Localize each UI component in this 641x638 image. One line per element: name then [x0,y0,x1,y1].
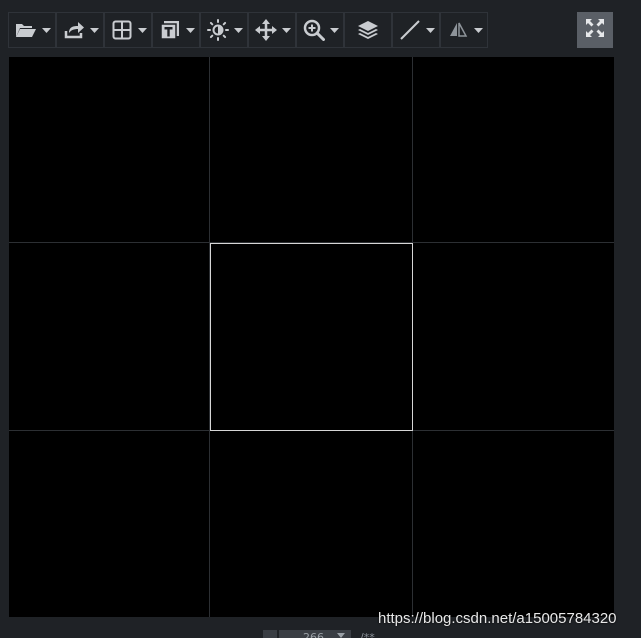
folder-open-icon [15,21,37,39]
share-button[interactable] [60,16,88,44]
zoom-in-icon [303,19,325,41]
caret-down-icon [185,27,195,33]
open-button[interactable] [12,16,40,44]
viewport-cell[interactable] [413,243,614,430]
caret-down-icon [233,27,243,33]
brightness-icon [207,19,229,41]
zoom-dropdown-caret[interactable] [328,16,340,44]
viewport-cell[interactable] [413,57,614,242]
text-overlay-icon [160,20,180,40]
caret-down-icon [329,27,339,33]
caret-down-icon [89,27,99,33]
brightness-dropdown-caret[interactable] [232,16,244,44]
layout-button[interactable] [108,16,136,44]
overlay-dropdown-caret[interactable] [184,16,196,44]
brightness-button[interactable] [204,16,232,44]
watermark-text: https://blog.csdn.net/a15005784320 [378,610,617,627]
overlay-tool-group [152,12,200,48]
zoom-tool-group [296,12,344,48]
flip-button[interactable] [444,16,472,44]
dicom-viewer-app: 266 /** https://blog.csdn.net/a150057843… [0,0,641,638]
layout-dropdown-caret[interactable] [136,16,148,44]
viewport-cell[interactable] [9,431,209,617]
measure-dropdown-caret[interactable] [424,16,436,44]
viewport-cell[interactable] [9,57,209,242]
share-tool-group [56,12,104,48]
flip-icon [448,21,468,39]
image-viewport[interactable] [9,57,614,617]
measure-button[interactable] [396,16,424,44]
fullscreen-icon [585,18,605,42]
share-dropdown-caret[interactable] [88,16,100,44]
status-toggle[interactable] [263,630,277,638]
viewport-cell[interactable] [413,431,614,617]
overlay-button[interactable] [156,16,184,44]
caret-down-icon [41,27,51,33]
layers-icon [357,20,379,40]
line-measure-icon [399,19,421,41]
pan-button[interactable] [252,16,280,44]
layout-tool-group [104,12,152,48]
measure-tool-group [392,12,440,48]
caret-down-icon [137,27,147,33]
open-tool-group [8,12,56,48]
open-dropdown-caret[interactable] [40,16,52,44]
pan-dropdown-caret[interactable] [280,16,292,44]
viewport-cell-active[interactable] [210,243,413,431]
caret-down-icon [473,27,483,33]
caret-down-icon [281,27,291,33]
fullscreen-button[interactable] [577,12,613,48]
viewport-cell[interactable] [210,57,412,242]
viewport-cell[interactable] [9,243,209,430]
pan-move-icon [255,19,277,41]
flip-dropdown-caret[interactable] [472,16,484,44]
brightness-tool-group [200,12,248,48]
status-text: /** [360,631,375,638]
zoom-button[interactable] [300,16,328,44]
pan-tool-group [248,12,296,48]
caret-down-icon [337,633,345,638]
layers-button[interactable] [354,16,382,44]
caret-down-icon [425,27,435,33]
share-arrow-icon [63,21,85,39]
layout-grid-icon [112,20,132,40]
layers-tool-group [344,12,392,48]
flip-tool-group [440,12,488,48]
status-select-value: 266 [303,631,324,638]
toolbar [8,12,488,48]
status-bar: 266 /** [0,628,641,638]
viewport-cell[interactable] [210,431,412,617]
